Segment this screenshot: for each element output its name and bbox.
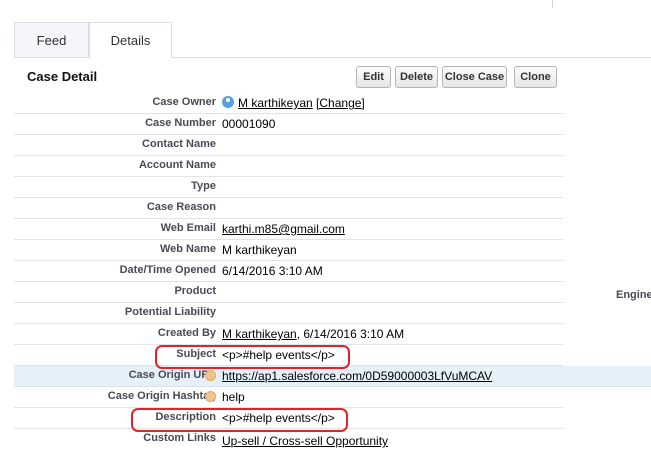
field-value: M karthikeyan <box>222 243 297 257</box>
field-row-case-reason: Case Reason <box>14 198 651 219</box>
field-label: Created By <box>157 327 216 339</box>
case-owner-link[interactable]: M karthikeyan <box>238 96 313 110</box>
field-value: Up-sell / Cross-sell Opportunity <box>222 434 388 448</box>
field-label: Type <box>191 180 216 192</box>
web-email-link[interactable]: karthi.m85@gmail.com <box>222 222 345 236</box>
field-label: Product <box>174 285 216 297</box>
field-label: Potential Liability <box>124 306 216 318</box>
tab-details[interactable]: Details <box>89 22 172 58</box>
top-divider <box>0 0 651 8</box>
created-date: , 6/14/2016 3:10 AM <box>296 327 405 341</box>
field-value: help <box>222 390 245 404</box>
field-row-case-origin-hashtag: Case Origin Hashtag help <box>14 387 651 408</box>
field-row-case-number: Case Number 00001090 <box>14 114 651 135</box>
field-row-case-origin-url: Case Origin URL https://ap1.salesforce.c… <box>14 366 651 387</box>
field-value: 00001090 <box>222 117 276 131</box>
created-by-link[interactable]: M karthikeyan <box>222 327 297 341</box>
case-origin-url-link[interactable]: https://ap1.salesforce.com/0D59000003LfV… <box>222 369 492 383</box>
subject-highlight-box <box>155 345 350 369</box>
user-avatar-icon <box>222 96 234 108</box>
field-row-date-opened: Date/Time Opened 6/14/2016 3:10 AM <box>14 261 651 282</box>
field-value: https://ap1.salesforce.com/0D59000003LfV… <box>222 369 492 383</box>
upsell-link[interactable]: Up-sell / Cross-sell Opportunity <box>222 434 388 448</box>
field-row-case-owner: Case Owner M karthikeyan [Change] <box>14 93 651 114</box>
field-row-product: Product <box>14 282 651 303</box>
clone-button[interactable]: Clone <box>514 66 557 88</box>
field-label: Case Origin Hashtag <box>107 390 216 402</box>
delete-button[interactable]: Delete <box>395 66 438 88</box>
close-case-button[interactable]: Close Case <box>442 66 507 88</box>
field-label: Contact Name <box>142 138 216 150</box>
field-row-type: Type <box>14 177 651 198</box>
field-row-web-name: Web Name M karthikeyan <box>14 240 651 261</box>
field-label: Account Name <box>138 159 216 171</box>
field-value: karthi.m85@gmail.com <box>222 222 345 236</box>
field-label: Custom Links <box>143 432 216 444</box>
help-icon[interactable] <box>205 391 216 402</box>
field-value: M karthikeyan, 6/14/2016 3:10 AM <box>222 327 404 341</box>
field-label: Case Reason <box>146 201 216 213</box>
field-row-custom-links: Custom Links Up-sell / Cross-sell Opport… <box>14 429 651 450</box>
description-highlight-box <box>131 408 348 432</box>
engine-label: Engine <box>616 289 651 301</box>
tab-feed[interactable]: Feed <box>14 22 89 57</box>
field-row-web-email: Web Email karthi.m85@gmail.com <box>14 219 651 240</box>
tab-bar: Feed Details <box>14 22 651 58</box>
field-row-account-name: Account Name <box>14 156 651 177</box>
field-label: Web Name <box>159 243 216 255</box>
field-label: Date/Time Opened <box>119 264 216 276</box>
section-title: Case Detail <box>27 69 98 84</box>
field-row-contact-name: Contact Name <box>14 135 651 156</box>
field-label: Case Origin URL <box>128 369 216 381</box>
field-label: Web Email <box>160 222 216 234</box>
change-owner-link[interactable]: [Change] <box>316 96 365 110</box>
help-icon[interactable] <box>205 370 216 381</box>
field-value: M karthikeyan [Change] <box>222 96 365 110</box>
field-label: Case Number <box>145 117 216 129</box>
edit-button[interactable]: Edit <box>356 66 391 88</box>
field-row-created-by: Created By M karthikeyan, 6/14/2016 3:10… <box>14 324 651 345</box>
field-label: Case Owner <box>152 96 216 108</box>
field-row-potential-liability: Potential Liability <box>14 303 651 324</box>
field-value: 6/14/2016 3:10 AM <box>222 264 323 278</box>
